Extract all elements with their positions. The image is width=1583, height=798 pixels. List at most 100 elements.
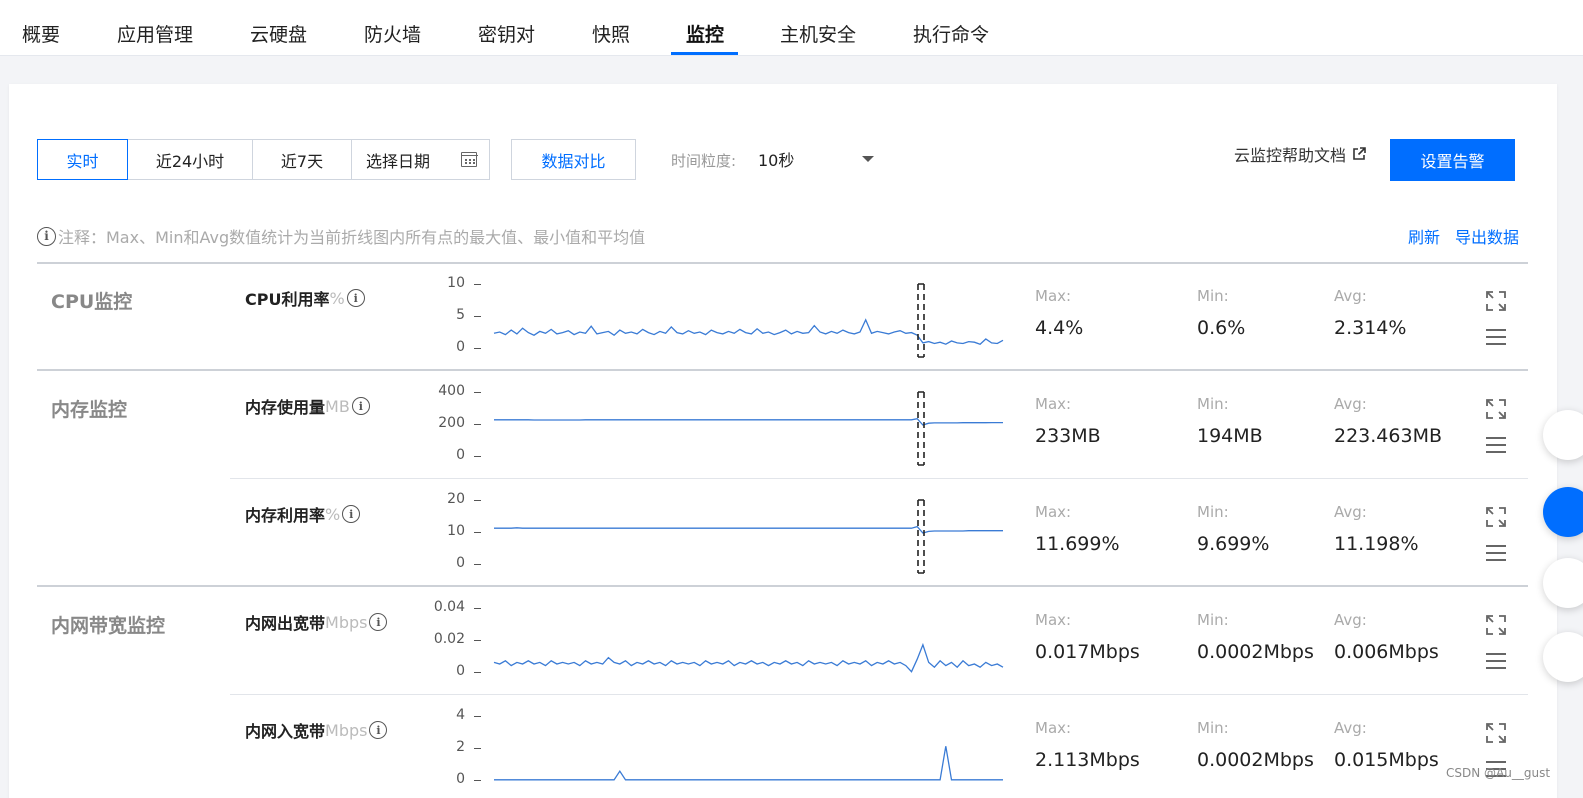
export-data-link[interactable]: 导出数据 [1455, 224, 1519, 248]
range-realtime-button[interactable]: 实时 [37, 139, 128, 180]
info-icon[interactable]: i [369, 721, 388, 739]
stat-avg-value: 0.015Mbps [1334, 749, 1439, 771]
y-tick-label: 400 [438, 383, 465, 399]
info-icon[interactable]: i [369, 613, 388, 631]
active-tab-indicator [671, 52, 738, 55]
divider [37, 585, 1528, 587]
y-tick-mark [474, 348, 481, 349]
range-24h-button[interactable]: 近24小时 [127, 139, 253, 180]
date-picker[interactable]: 选择日期 [351, 139, 490, 180]
line-chart[interactable] [493, 608, 1004, 676]
stat-avg-label: Avg: [1334, 395, 1367, 413]
stat-max-value: 233MB [1035, 425, 1101, 447]
y-tick-label: 0 [456, 447, 465, 463]
tab-keypair[interactable]: 密钥对 [478, 20, 535, 47]
group-title-cpu: CPU监控 [51, 291, 133, 313]
fullscreen-icon[interactable] [1486, 291, 1506, 311]
stat-avg-value: 223.463MB [1334, 425, 1442, 447]
tab-firewall[interactable]: 防火墙 [364, 20, 421, 47]
external-link-icon [1353, 147, 1366, 160]
metric-title: 内网出宽带 [245, 614, 326, 633]
y-tick-mark [474, 672, 481, 673]
tab-app-management[interactable]: 应用管理 [117, 20, 193, 47]
tab-overview[interactable]: 概要 [22, 20, 60, 47]
metric-name: 内网入宽带 Mbps i [245, 718, 388, 742]
info-icon[interactable]: i [342, 505, 361, 523]
metric-unit: Mbps [325, 720, 368, 740]
series-line [494, 746, 1003, 781]
help-docs-label: 云监控帮助文档 [1234, 146, 1347, 165]
y-tick-label: 0 [456, 555, 465, 571]
tab-monitoring[interactable]: 监控 [686, 20, 724, 47]
set-alarm-button[interactable]: 设置告警 [1390, 139, 1515, 181]
metric-unit: Mbps [325, 612, 368, 632]
tab-cloud-disk[interactable]: 云硬盘 [250, 20, 307, 47]
series-line [493, 642, 1004, 673]
tab-snapshot[interactable]: 快照 [592, 20, 630, 47]
fullscreen-icon[interactable] [1486, 723, 1506, 743]
y-tick-mark [474, 424, 481, 425]
y-tick-mark [474, 284, 481, 285]
chart-menu-icon[interactable] [1486, 652, 1506, 670]
stat-min-value: 9.699% [1197, 533, 1270, 555]
stat-max-value: 2.113Mbps [1035, 749, 1140, 771]
range-7d-button[interactable]: 近7天 [252, 139, 352, 180]
stat-max-value: 0.017Mbps [1035, 641, 1140, 663]
stat-avg-label: Avg: [1334, 719, 1367, 737]
chart-menu-icon[interactable] [1486, 544, 1506, 562]
y-tick-label: 0.04 [433, 599, 465, 615]
date-picker-label: 选择日期 [366, 151, 431, 171]
stat-avg-value: 2.314% [1334, 317, 1407, 339]
group-title-memory: 内存监控 [51, 399, 128, 421]
y-tick-mark [474, 392, 481, 393]
chart-menu-icon[interactable] [1486, 436, 1506, 454]
y-tick-mark [474, 640, 481, 641]
granularity-label: 时间粒度: [671, 152, 737, 170]
y-tick-mark [474, 500, 481, 501]
metric-title: 内存使用量 [245, 398, 326, 417]
chevron-down-icon [862, 156, 874, 162]
tab-run-command[interactable]: 执行命令 [913, 20, 989, 47]
divider [230, 478, 1528, 479]
tab-host-security[interactable]: 主机安全 [780, 20, 856, 47]
metric-name: 内存利用率% i [245, 502, 361, 526]
stat-max-value: 4.4% [1035, 317, 1084, 339]
info-icon[interactable]: i [346, 289, 365, 307]
stat-min-value: 0.0002Mbps [1197, 641, 1314, 663]
y-tick-label: 0 [456, 663, 465, 679]
y-tick-label: 0.02 [433, 631, 465, 647]
stat-min-label: Min: [1197, 611, 1229, 629]
tab-bar: 概要 应用管理 云硬盘 防火墙 密钥对 快照 监控 主机安全 执行命令 [0, 0, 1583, 56]
group-title-bandwidth: 内网带宽监控 [51, 615, 166, 637]
stat-min-value: 0.6% [1197, 317, 1246, 339]
stat-min-value: 194MB [1197, 425, 1263, 447]
stat-max-value: 11.699% [1035, 533, 1120, 555]
time-marker [917, 283, 925, 358]
y-tick-mark [474, 608, 481, 609]
y-tick-label: 5 [456, 307, 465, 323]
divider [230, 694, 1528, 695]
chart-menu-icon[interactable] [1486, 328, 1506, 346]
y-tick-mark [474, 316, 481, 317]
stat-avg-label: Avg: [1334, 611, 1367, 629]
line-chart[interactable] [494, 716, 1003, 784]
y-tick-mark [474, 748, 481, 749]
stats-note: i 注释：Max、Min和Avg数值统计为当前折线图内所有点的最大值、最小值和平… [37, 224, 645, 248]
data-compare-button[interactable]: 数据对比 [511, 139, 636, 180]
stat-avg-label: Avg: [1334, 287, 1367, 305]
help-docs-link[interactable]: 云监控帮助文档 [1234, 142, 1366, 166]
stat-min-label: Min: [1197, 395, 1229, 413]
info-icon[interactable]: i [351, 397, 370, 415]
fullscreen-icon[interactable] [1486, 399, 1506, 419]
metric-title: CPU利用率 [245, 290, 330, 309]
metric-title: 内存利用率 [245, 506, 326, 525]
fullscreen-icon[interactable] [1486, 507, 1506, 527]
stat-min-label: Min: [1197, 503, 1229, 521]
granularity-select[interactable]: 10秒 [750, 140, 884, 178]
fullscreen-icon[interactable] [1486, 615, 1506, 635]
metric-name: 内网出宽带 Mbps i [245, 610, 388, 634]
stat-min-label: Min: [1197, 287, 1229, 305]
stat-max-label: Max: [1035, 611, 1072, 629]
refresh-link[interactable]: 刷新 [1408, 224, 1440, 248]
stat-avg-value: 11.198% [1334, 533, 1419, 555]
